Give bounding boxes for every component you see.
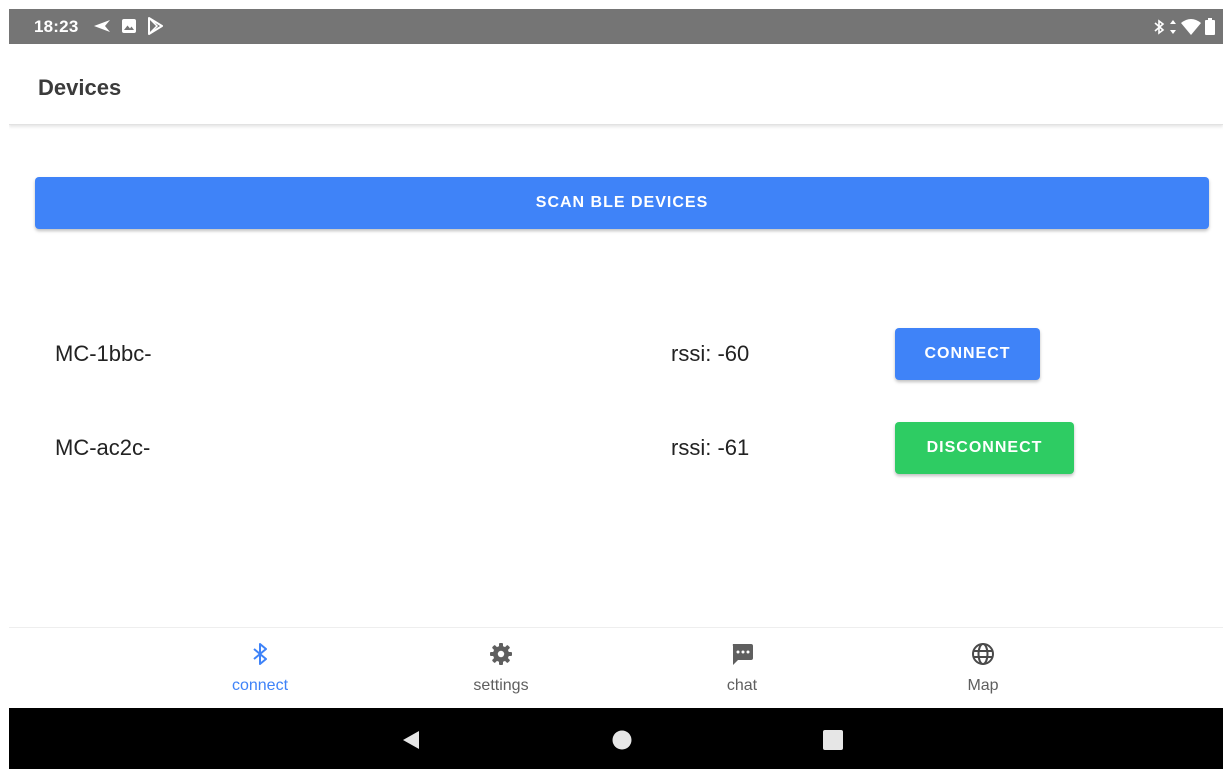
wifi-icon [1181, 18, 1201, 40]
device-row: MC-1bbc- rssi: -60 CONNECT [9, 328, 1223, 382]
nav-item-map[interactable]: Map [923, 628, 1043, 709]
status-time: 18:23 [34, 17, 79, 36]
status-left-icons [93, 17, 163, 40]
status-bar: 18:23 [9, 9, 1223, 44]
nav-label-connect: connect [231, 677, 289, 694]
scan-ble-devices-button[interactable]: SCAN BLE DEVICES [35, 177, 1209, 229]
status-right-icons [1153, 18, 1215, 40]
bluetooth-icon [1153, 18, 1165, 40]
recents-icon[interactable] [821, 728, 845, 752]
back-icon[interactable] [399, 728, 423, 752]
system-navigation-bar [9, 708, 1223, 769]
nav-label-map: Map [967, 677, 999, 694]
page-title: Devices [38, 75, 122, 100]
app-screen: 18:23 Devices SCAN BLE DEVICES MC-1bbc- … [9, 9, 1223, 769]
play-store-icon [147, 17, 163, 40]
device-rssi: rssi: -61 [671, 435, 750, 460]
chat-bubble-icon [730, 642, 754, 666]
device-rssi: rssi: -60 [671, 341, 750, 366]
battery-icon [1205, 18, 1215, 40]
home-icon[interactable] [610, 728, 634, 752]
globe-icon [971, 642, 995, 666]
bottom-navigation: connect settings chat Map [9, 627, 1223, 709]
gear-icon [489, 642, 513, 666]
nav-item-settings[interactable]: settings [441, 628, 561, 709]
nav-label-settings: settings [473, 677, 529, 694]
nav-item-chat[interactable]: chat [682, 628, 802, 709]
device-name: MC-1bbc- [55, 341, 152, 366]
bluetooth-icon [248, 642, 272, 666]
image-icon [121, 18, 137, 39]
navigation-arrow-icon [93, 19, 111, 38]
nav-label-chat: chat [726, 677, 758, 694]
device-row: MC-ac2c- rssi: -61 DISCONNECT [9, 422, 1223, 476]
connect-button[interactable]: CONNECT [895, 328, 1040, 380]
disconnect-button[interactable]: DISCONNECT [895, 422, 1074, 474]
nav-item-connect[interactable]: connect [200, 628, 320, 709]
device-name: MC-ac2c- [55, 435, 151, 460]
app-bar: Devices [9, 44, 1223, 125]
data-arrows-icon [1169, 19, 1177, 40]
